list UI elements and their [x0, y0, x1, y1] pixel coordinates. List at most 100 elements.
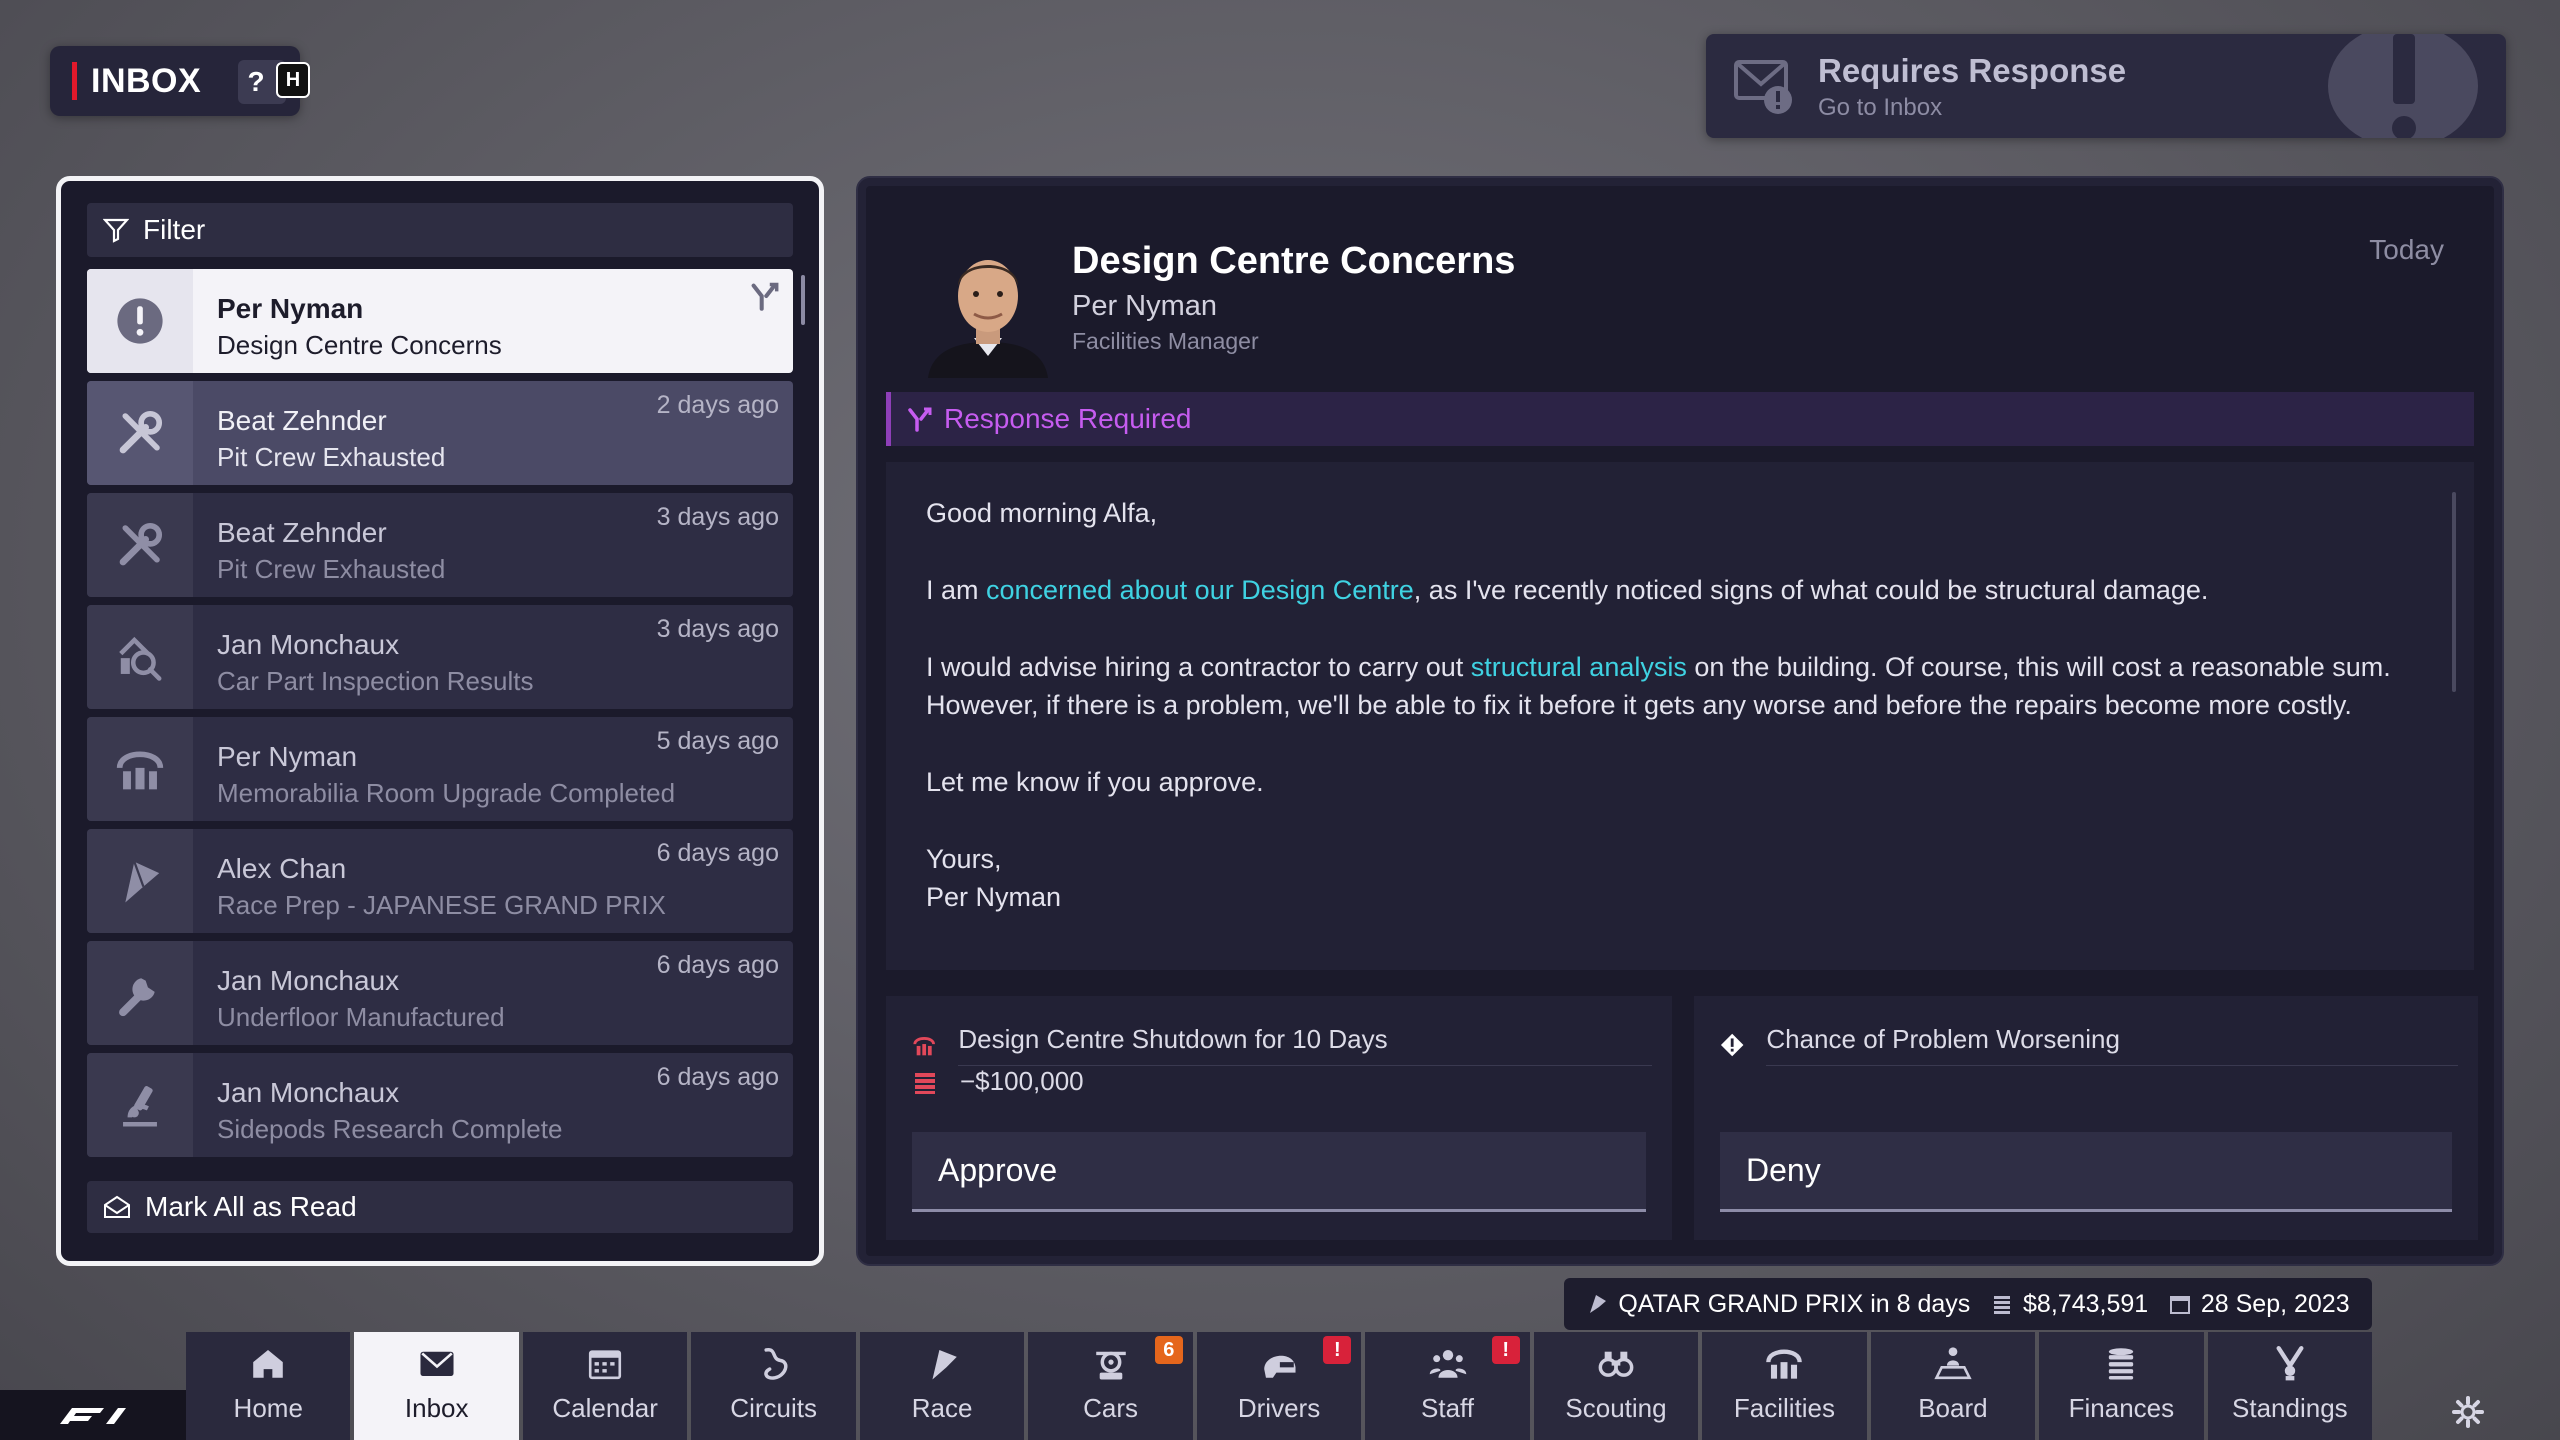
response-required-icon [749, 281, 779, 311]
structural-analysis-link[interactable]: structural analysis [1471, 652, 1687, 682]
nav-label: Cars [1083, 1393, 1139, 1423]
envelope-open-icon [104, 1195, 130, 1218]
body-text: I am [926, 575, 987, 605]
warning-diamond-icon [1720, 1033, 1744, 1057]
message-item[interactable]: Beat Zehnder Pit Crew Exhausted 2 days ago [87, 381, 793, 485]
nav-item-race[interactable]: Race [859, 1332, 1025, 1440]
mark-all-read-button[interactable]: Mark All as Read [87, 1181, 793, 1233]
message-text: Jan Monchaux Underfloor Manufactured [193, 941, 505, 1045]
message-time: 3 days ago [656, 615, 779, 643]
design-centre-link[interactable]: concerned about our Design Centre [986, 575, 1414, 605]
body-paragraph-2: I would advise hiring a contractor to ca… [926, 648, 2434, 724]
message-item[interactable]: Per Nyman Memorabilia Room Upgrade Comple… [87, 717, 793, 821]
f1-logo[interactable] [0, 1390, 186, 1440]
coins-icon [915, 1072, 935, 1094]
nav-item-staff[interactable]: Staff! [1365, 1332, 1530, 1440]
message-time: 5 days ago [656, 727, 779, 755]
date-status[interactable]: 28 Sep, 2023 [2169, 1290, 2350, 1319]
requires-response-notification[interactable]: Requires Response Go to Inbox [1706, 34, 2506, 138]
body-scrollbar[interactable] [2452, 492, 2456, 692]
balance-status[interactable]: $8,743,591 [1991, 1290, 2148, 1319]
message-sender: Jan Monchaux [217, 629, 400, 660]
tools-icon [87, 493, 193, 597]
message-item[interactable]: Beat Zehnder Pit Crew Exhausted 3 days ago [87, 493, 793, 597]
approve-button[interactable]: Approve [912, 1132, 1646, 1212]
nav-label: Circuits [730, 1393, 817, 1423]
nav-item-inbox[interactable]: Inbox [354, 1332, 519, 1440]
notification-badge: 6 [1154, 1336, 1183, 1364]
approve-effect-shutdown: Design Centre Shutdown for 10 Days [912, 1024, 1652, 1066]
message-sender: Jan Monchaux [217, 1077, 400, 1108]
approve-option: Design Centre Shutdown for 10 Days −$100… [886, 996, 1672, 1240]
body-paragraph-1: I am concerned about our Design Centre, … [926, 571, 2434, 609]
nav-item-circuits[interactable]: Circuits [691, 1332, 856, 1440]
envelope-icon [417, 1343, 457, 1383]
message-body: Good morning Alfa, I am concerned about … [886, 462, 2474, 970]
message-text: Per Nyman Memorabilia Room Upgrade Comple… [193, 717, 675, 821]
nav-item-home[interactable]: Home [186, 1332, 351, 1440]
deny-option: Chance of Problem Worsening Deny [1694, 996, 2478, 1240]
message-subject: Car Part Inspection Results [217, 666, 534, 696]
message-subject: Pit Crew Exhausted [217, 554, 446, 584]
next-race-status[interactable]: QATAR GRAND PRIX in 8 days [1586, 1290, 1970, 1319]
nav-label: Scouting [1565, 1393, 1667, 1423]
nav-label: Finances [2068, 1393, 2175, 1423]
balance-label: $8,743,591 [2023, 1289, 2149, 1318]
nav-item-calendar[interactable]: Calendar [522, 1332, 688, 1440]
message-time: 6 days ago [656, 951, 779, 979]
flag-icon [87, 829, 193, 933]
message-item[interactable]: Jan Monchaux Underfloor Manufactured 6 day… [87, 941, 793, 1045]
nav-item-board[interactable]: Board [1870, 1332, 2036, 1440]
message-subject: Memorabilia Room Upgrade Completed [217, 778, 676, 808]
coins-icon [1994, 1296, 2011, 1314]
filter-button[interactable]: Filter [87, 203, 793, 257]
message-time: 6 days ago [656, 839, 779, 867]
date-label: 28 Sep, 2023 [2200, 1289, 2350, 1318]
nav-item-scouting[interactable]: Scouting [1533, 1332, 1699, 1440]
status-bar: QATAR GRAND PRIX in 8 days $8,743,591 28… [1564, 1278, 2372, 1330]
nav-label: Drivers [1237, 1393, 1321, 1423]
body-paragraph-3: Let me know if you approve. [926, 767, 1264, 797]
nav-label: Staff [1421, 1393, 1475, 1423]
nav-label: Calendar [552, 1393, 658, 1423]
message-time: 6 days ago [656, 1063, 779, 1091]
message-item[interactable]: Jan Monchaux Sidepods Research Complete 6 … [87, 1053, 793, 1157]
list-scrollbar[interactable] [801, 275, 805, 325]
message-text: Jan Monchaux Sidepods Research Complete [193, 1053, 562, 1157]
body-text: , as I've recently noticed signs of what… [1413, 575, 2209, 605]
trophy-icon [2270, 1343, 2310, 1383]
calendar-icon [585, 1343, 625, 1383]
nav-item-cars[interactable]: Cars 6 [1028, 1332, 1193, 1440]
help-label: ? [247, 66, 265, 97]
sender-role: Facilities Manager [1072, 328, 1259, 354]
hotkey-badge: H [276, 62, 310, 98]
inbox-header: INBOX ? H [50, 46, 310, 116]
message-subject: Design Centre Concerns [217, 330, 502, 360]
message-subject: Sidepods Research Complete [217, 1114, 563, 1144]
nav-item-finances[interactable]: Finances [2039, 1332, 2204, 1440]
message-sender: Per Nyman [1072, 290, 1218, 322]
nav-label: Home [233, 1393, 303, 1423]
message-text: Jan Monchaux Car Part Inspection Results [193, 605, 533, 709]
sender-avatar [918, 238, 1058, 378]
message-sender: Jan Monchaux [217, 965, 400, 996]
gear-icon[interactable] [2440, 1384, 2496, 1440]
notification-link[interactable]: Go to Inbox [1818, 94, 1942, 122]
message-item[interactable]: Alex Chan Race Prep - JAPANESE GRAND PRIX… [87, 829, 793, 933]
exclamation-icon [87, 269, 193, 373]
helmet-icon [1259, 1343, 1299, 1383]
nav-item-standings[interactable]: Standings [2207, 1332, 2373, 1440]
tools-icon [87, 381, 193, 485]
binoculars-icon [1596, 1343, 1636, 1383]
message-sender: Beat Zehnder [217, 405, 387, 436]
nav-item-drivers[interactable]: Drivers! [1196, 1332, 1362, 1440]
nav-item-facilities[interactable]: Facilities [1702, 1332, 1867, 1440]
car-icon [1091, 1343, 1131, 1383]
board-icon [1933, 1343, 1973, 1383]
message-item[interactable]: Per Nyman Design Centre Concerns [87, 269, 793, 373]
message-sender: Per Nyman [217, 293, 364, 324]
message-sender: Alex Chan [217, 853, 347, 884]
deny-button[interactable]: Deny [1720, 1132, 2452, 1212]
message-item[interactable]: Jan Monchaux Car Part Inspection Results 3… [87, 605, 793, 709]
page-title: INBOX [91, 61, 202, 100]
